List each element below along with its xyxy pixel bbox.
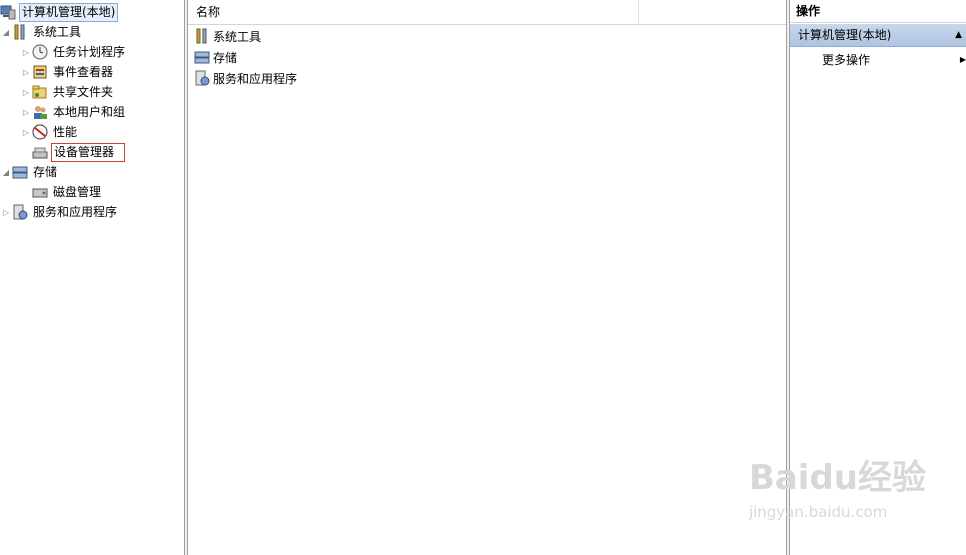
watermark: Baidu经验 jingyan.baidu.com: [749, 450, 926, 521]
tree-label: 事件查看器: [53, 64, 114, 79]
tree-item-shared-folders[interactable]: ▷ 共享文件夹: [20, 82, 115, 102]
tree-item-local-users[interactable]: ▷ 本地用户和组: [20, 102, 127, 122]
tree-item-device-manager[interactable]: 设备管理器: [20, 142, 125, 162]
expand-arrow-icon[interactable]: ▷: [20, 42, 32, 62]
event-viewer-icon: [32, 64, 48, 80]
watermark-url: jingyan.baidu.com: [748, 503, 888, 521]
services-icon: [12, 204, 28, 220]
expand-arrow-icon[interactable]: ▷: [20, 82, 32, 102]
expand-arrow-icon[interactable]: ▷: [20, 102, 32, 122]
storage-icon: [12, 164, 28, 180]
tree-label: 任务计划程序: [53, 44, 126, 59]
actions-section-computer-management[interactable]: 计算机管理(本地) ▲: [790, 24, 966, 47]
tree-item-computer-management[interactable]: 计算机管理(本地): [0, 2, 119, 22]
tree-item-system-tools[interactable]: ◢ 系统工具: [0, 22, 83, 42]
tree-label: 服务和应用程序: [33, 204, 118, 219]
tree-item-storage[interactable]: ◢ 存储: [0, 162, 59, 182]
collapse-arrow-icon[interactable]: ◢: [0, 162, 12, 182]
users-icon: [32, 104, 48, 120]
list-item-label: 存储: [213, 50, 238, 65]
tools-icon: [194, 28, 210, 44]
tree-item-performance[interactable]: ▷ 性能: [20, 122, 79, 142]
tree-item-services-apps[interactable]: ▷ 服务和应用程序: [0, 202, 119, 222]
shared-folder-icon: [32, 84, 48, 100]
computer-management-icon: [0, 4, 16, 20]
disk-icon: [32, 184, 48, 200]
storage-icon: [194, 49, 210, 65]
tree-label: 存储: [33, 164, 58, 179]
collapse-triangle-icon[interactable]: ▲: [955, 24, 962, 46]
expand-arrow-icon[interactable]: ▷: [0, 202, 12, 222]
tree-label: 本地用户和组: [53, 104, 126, 119]
navigation-tree[interactable]: 计算机管理(本地) ◢ 系统工具 ▷ 任务计划程序 ▷ 事件查看器 ▷ 共享文件…: [0, 0, 184, 555]
list-item-services-apps[interactable]: 服务和应用程序: [194, 68, 297, 88]
performance-icon: [32, 124, 48, 140]
tree-label: 共享文件夹: [53, 84, 114, 99]
actions-header: 操作: [790, 0, 966, 23]
list-item-system-tools[interactable]: 系统工具: [194, 26, 261, 46]
actions-section-label: 计算机管理(本地): [798, 28, 892, 42]
column-header-name[interactable]: 名称: [188, 0, 639, 24]
column-header-bar: 名称: [188, 0, 786, 25]
clock-icon: [32, 44, 48, 60]
collapse-arrow-icon[interactable]: ◢: [0, 22, 12, 42]
tools-icon: [12, 24, 28, 40]
expand-arrow-icon[interactable]: ▷: [20, 62, 32, 82]
services-icon: [194, 70, 210, 86]
watermark-brand: Baidu经验: [748, 458, 926, 498]
tree-label: 磁盘管理: [53, 184, 102, 199]
device-manager-icon: [32, 144, 48, 160]
tree-item-event-viewer[interactable]: ▷ 事件查看器: [20, 62, 115, 82]
tree-item-task-scheduler[interactable]: ▷ 任务计划程序: [20, 42, 127, 62]
more-actions-item[interactable]: 更多操作: [822, 50, 870, 70]
submenu-arrow-icon: ▶: [959, 55, 966, 64]
tree-label-root: 计算机管理(本地): [19, 2, 119, 22]
list-item-label: 系统工具: [213, 29, 262, 44]
tree-label: 系统工具: [33, 24, 82, 39]
tree-label: 性能: [53, 124, 78, 139]
list-item-label: 服务和应用程序: [213, 71, 298, 86]
tree-item-disk-management[interactable]: 磁盘管理: [20, 182, 103, 202]
details-list[interactable]: 名称 系统工具 存储 服务和应用程序: [188, 0, 786, 555]
tree-label: 设备管理器: [51, 142, 125, 162]
expand-arrow-icon[interactable]: ▷: [20, 122, 32, 142]
list-item-storage[interactable]: 存储: [194, 47, 237, 67]
